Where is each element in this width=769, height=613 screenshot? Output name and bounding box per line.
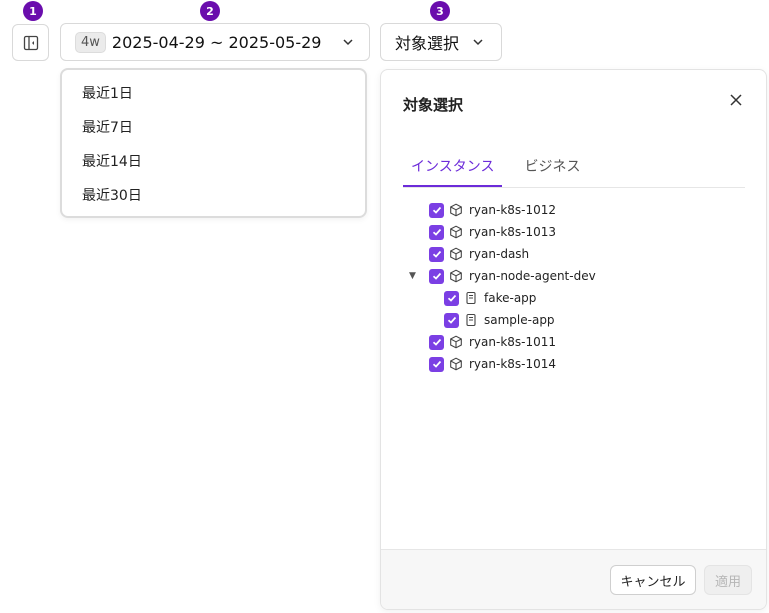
chevron-down-icon [473, 39, 483, 46]
chevron-down-icon [343, 39, 353, 46]
sidebar-collapse-icon [23, 35, 38, 50]
tree-row[interactable]: ▼ ryan-node-agent-dev [409, 265, 596, 287]
date-option-14d[interactable]: 最近14日 [62, 144, 365, 178]
marker-badge-2: 2 [200, 1, 220, 21]
tree-row[interactable]: ryan-dash [429, 243, 529, 265]
tree-item-label: ryan-dash [469, 247, 530, 261]
expand-caret-icon[interactable]: ▼ [409, 271, 419, 281]
panel-footer: キャンセル 適用 [381, 549, 766, 609]
tree-row[interactable]: ryan-k8s-1011 [429, 331, 556, 353]
checkmark-icon [432, 272, 441, 280]
date-range-picker[interactable]: 4w 2025-04-29 ~ 2025-05-29 [60, 23, 370, 61]
panel-title: 対象選択 [403, 96, 464, 114]
target-select-button[interactable]: 対象選択 [380, 23, 502, 61]
checkmark-icon [432, 360, 441, 368]
date-option-7d[interactable]: 最近7日 [62, 110, 365, 144]
tree-item-label: ryan-k8s-1014 [469, 357, 557, 371]
date-range-value: 2025-04-29 ~ 2025-05-29 [111, 32, 322, 52]
tab-instance[interactable]: インスタンス [403, 152, 503, 187]
tree-checkbox[interactable] [429, 356, 444, 372]
tree-item-label: ryan-node-agent-dev [469, 269, 596, 283]
checkmark-icon [432, 250, 441, 258]
checkmark-icon [432, 228, 441, 236]
marker-badge-3: 3 [430, 1, 450, 21]
box-icon [449, 269, 463, 283]
tree-checkbox[interactable] [429, 268, 444, 284]
tree-row[interactable]: ryan-k8s-1014 [429, 353, 556, 375]
sidebar-toggle-button[interactable] [12, 24, 49, 61]
apply-button[interactable]: 適用 [704, 565, 752, 595]
tree-item-label: fake-app [484, 291, 537, 305]
date-range-dropdown: 最近1日 最近7日 最近14日 最近30日 [60, 68, 367, 218]
app-icon [464, 291, 478, 305]
tree-row[interactable]: ryan-k8s-1013 [429, 221, 556, 243]
tree-checkbox[interactable] [444, 290, 459, 306]
tree-row[interactable]: ryan-k8s-1012 [429, 199, 556, 221]
panel-tabs: インスタンス ビジネス [403, 152, 745, 188]
app-icon [464, 313, 478, 327]
box-icon [449, 247, 463, 261]
checkmark-icon [432, 206, 441, 214]
checkmark-icon [447, 316, 456, 324]
box-icon [449, 225, 463, 239]
tree-item-label: ryan-k8s-1013 [469, 225, 557, 239]
box-icon [449, 357, 463, 371]
tree-item-label: sample-app [484, 313, 555, 327]
date-option-30d[interactable]: 最近30日 [62, 178, 365, 212]
tab-business[interactable]: ビジネス [516, 152, 588, 187]
target-select-panel: 対象選択 インスタンス ビジネス ryan-k8s-1012 ryan-k8s-1… [380, 69, 767, 610]
tree-row[interactable]: fake-app [444, 287, 536, 309]
tree-checkbox[interactable] [429, 246, 444, 262]
box-icon [449, 335, 463, 349]
close-button[interactable] [726, 90, 746, 110]
tree-item-label: ryan-k8s-1011 [469, 335, 557, 349]
target-select-label: 対象選択 [395, 34, 460, 53]
tree-checkbox[interactable] [429, 224, 444, 240]
tree-checkbox[interactable] [429, 334, 444, 350]
tree-item-label: ryan-k8s-1012 [469, 203, 557, 217]
checkmark-icon [447, 294, 456, 302]
marker-badge-1: 1 [23, 1, 43, 21]
box-icon [449, 203, 463, 217]
cancel-button[interactable]: キャンセル [610, 565, 696, 595]
tree-checkbox[interactable] [429, 202, 444, 218]
checkmark-icon [432, 338, 441, 346]
range-tag: 4w [75, 31, 106, 53]
date-option-1d[interactable]: 最近1日 [62, 76, 365, 110]
tree-row[interactable]: sample-app [444, 309, 555, 331]
close-icon [730, 94, 742, 106]
tree-checkbox[interactable] [444, 312, 459, 328]
